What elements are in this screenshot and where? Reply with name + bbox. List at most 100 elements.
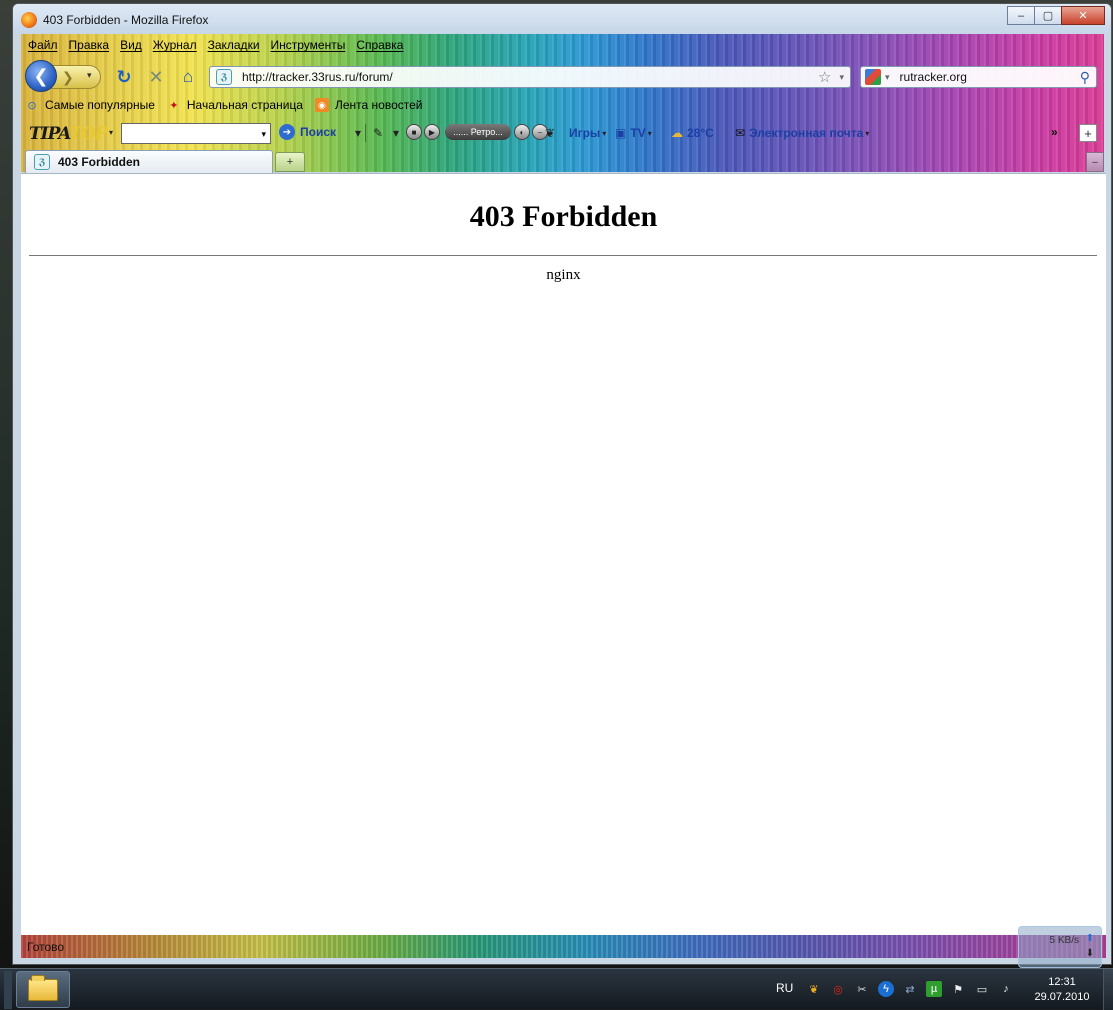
popular-icon: ⊙: [27, 99, 37, 112]
menu-bookmarks[interactable]: Закладки: [208, 38, 260, 56]
clock[interactable]: 12:31 29.07.2010: [1032, 975, 1092, 1005]
new-tab-button[interactable]: +: [275, 152, 305, 172]
toolbar-add-button[interactable]: +: [1079, 124, 1097, 142]
minimize-button[interactable]: –: [1007, 6, 1035, 25]
page-content: 403 Forbidden nginx: [21, 173, 1106, 935]
tools-icon[interactable]: ✂: [854, 981, 870, 997]
rss-feed-icon: ◉: [314, 98, 329, 112]
url-input[interactable]: http://tracker.33rus.ru/forum/: [242, 70, 818, 84]
network-arrows-icon: ⬆ ⬇: [1085, 933, 1095, 959]
toolbar-search-input[interactable]: ▾: [121, 123, 271, 144]
bookmark-start-page[interactable]: ✦ Начальная страница: [163, 98, 303, 112]
clock-time: 12:31: [1048, 976, 1076, 988]
page-title: 403 Forbidden: [469, 200, 658, 233]
bookmark-label: Лента новостей: [334, 98, 423, 112]
logo-dropdown-icon[interactable]: ▾: [109, 128, 113, 137]
bookmark-most-popular[interactable]: ⊙ Самые популярные: [21, 98, 155, 112]
bookmark-label: Начальная страница: [186, 98, 303, 112]
status-bar: Готово: [21, 935, 1106, 958]
menu-edit[interactable]: Правка: [69, 38, 110, 56]
search-input[interactable]: rutracker.org: [900, 70, 1080, 84]
tab-label: 403 Forbidden: [58, 155, 141, 169]
opera-icon[interactable]: ◎: [830, 981, 846, 997]
tab-favicon-icon: ℨ: [34, 154, 50, 170]
search-dropdown-icon[interactable]: ▾: [355, 126, 361, 140]
firefox-icon[interactable]: [21, 12, 37, 28]
search-icon[interactable]: ⚲: [1080, 69, 1090, 86]
show-desktop-button[interactable]: [1103, 969, 1113, 1010]
mail-label: Электронная почта: [749, 126, 864, 140]
navigation-toolbar: ❯ ❮ ▾ ↻ ✕ ⌂ ℨ http://tracker.33rus.ru/fo…: [21, 56, 1104, 92]
volume-icon[interactable]: ♪: [998, 981, 1014, 997]
home-button[interactable]: ⌂: [177, 66, 199, 88]
title-bar[interactable]: 403 Forbidden - Mozilla Firefox – ▢ ✕: [13, 4, 1111, 34]
radio-station-select[interactable]: ...... Ретро...: [445, 124, 511, 140]
forward-button[interactable]: ❯: [51, 65, 101, 89]
toolbar-search-button[interactable]: ➔ Поиск: [279, 124, 336, 140]
stop-radio-button[interactable]: ■: [406, 124, 422, 140]
reload-button[interactable]: ↻: [113, 66, 135, 88]
games-label: Игры: [569, 126, 601, 140]
history-dropdown-icon[interactable]: ▾: [87, 70, 92, 81]
pencil-dropdown-icon[interactable]: ▾: [393, 126, 399, 140]
firefox-window: 403 Forbidden - Mozilla Firefox – ▢ ✕ Фа…: [12, 3, 1112, 965]
folder-icon: [28, 974, 58, 1001]
network-meter-gadget[interactable]: 5 KB/s ⬆ ⬇: [1018, 926, 1102, 968]
home-icon: ⌂: [182, 67, 194, 86]
games-link[interactable]: Игры ▾: [569, 126, 606, 140]
menu-help[interactable]: Справка: [356, 38, 403, 56]
play-radio-button[interactable]: ▶: [424, 124, 440, 140]
chevron-down-icon[interactable]: ▾: [261, 129, 266, 140]
language-indicator[interactable]: RU: [776, 981, 793, 995]
start-page-icon: ✦: [169, 99, 179, 112]
menu-file[interactable]: Файл: [28, 38, 58, 56]
stop-button[interactable]: ✕: [145, 66, 167, 88]
mail-link[interactable]: ✉ Электронная почта ▾: [735, 126, 869, 140]
butterfly-icon[interactable]: ❦: [806, 981, 822, 997]
bookmarks-toolbar: ⊙ Самые популярные ✦ Начальная страница …: [21, 96, 430, 114]
horizontal-rule: [29, 255, 1097, 256]
forward-arrow-icon: ❯: [62, 68, 74, 85]
tv-label: TV: [630, 126, 646, 140]
bolt-icon[interactable]: ϟ: [878, 981, 894, 997]
url-dropdown-icon[interactable]: ▾: [839, 72, 844, 83]
site-favicon-icon[interactable]: ℨ: [216, 69, 232, 85]
bookmark-star-icon[interactable]: ☆: [818, 68, 831, 86]
network-speed: 5 KB/s: [1049, 935, 1079, 946]
go-arrow-icon: ➔: [279, 124, 295, 140]
back-button[interactable]: ❮: [25, 60, 57, 92]
utorrent-icon[interactable]: µ: [926, 981, 942, 997]
url-bar[interactable]: ℨ http://tracker.33rus.ru/forum/ ☆ ▾: [209, 66, 851, 88]
search-bar[interactable]: ▾ rutracker.org ⚲: [860, 66, 1097, 88]
action-center-flag-icon[interactable]: ⚑: [950, 981, 966, 997]
weather-label: 28°C: [687, 126, 714, 140]
toolbar-overflow-icon[interactable]: »: [1051, 125, 1058, 139]
menu-tools[interactable]: Инструменты: [271, 38, 346, 56]
toolbar-separator: [365, 124, 366, 142]
logo-text: TIPA: [29, 124, 70, 144]
explorer-taskbar-button[interactable]: [16, 971, 70, 1008]
menu-history[interactable]: Журнал: [153, 38, 197, 56]
menu-bar: Файл Правка Вид Журнал Закладки Инструме…: [21, 38, 407, 56]
bookmark-news-feed[interactable]: ◉ Лента новостей: [311, 98, 423, 112]
google-engine-icon[interactable]: [865, 69, 881, 85]
engine-dropdown-icon[interactable]: ▾: [885, 72, 890, 83]
tv-link[interactable]: ▣ TV ▾: [615, 126, 652, 140]
system-tray: ❦ ◎ ✂ ϟ ⇄ µ ⚑ ▭ ♪: [806, 981, 1022, 997]
network-monitor-icon[interactable]: ▭: [974, 981, 990, 997]
bookmark-label: Самые популярные: [45, 98, 155, 112]
close-button[interactable]: ✕: [1061, 6, 1105, 25]
weather-link[interactable]: ☁ 28°C: [671, 126, 714, 140]
network-share-icon[interactable]: ⇄: [902, 981, 918, 997]
clock-date: 29.07.2010: [1034, 991, 1090, 1003]
tipatop-logo[interactable]: TIPATOP: [29, 124, 108, 144]
tab-list-button[interactable]: –: [1086, 152, 1104, 172]
start-button[interactable]: [4, 971, 12, 1009]
bird-icon[interactable]: ❦: [545, 126, 555, 140]
browser-chrome: Файл Правка Вид Журнал Закладки Инструме…: [21, 34, 1104, 173]
menu-view[interactable]: Вид: [120, 38, 142, 56]
volume-icon[interactable]: ◐: [514, 124, 530, 140]
maximize-button[interactable]: ▢: [1034, 6, 1062, 25]
pencil-icon[interactable]: ✎: [373, 126, 383, 140]
tab-active[interactable]: ℨ 403 Forbidden: [25, 150, 273, 173]
